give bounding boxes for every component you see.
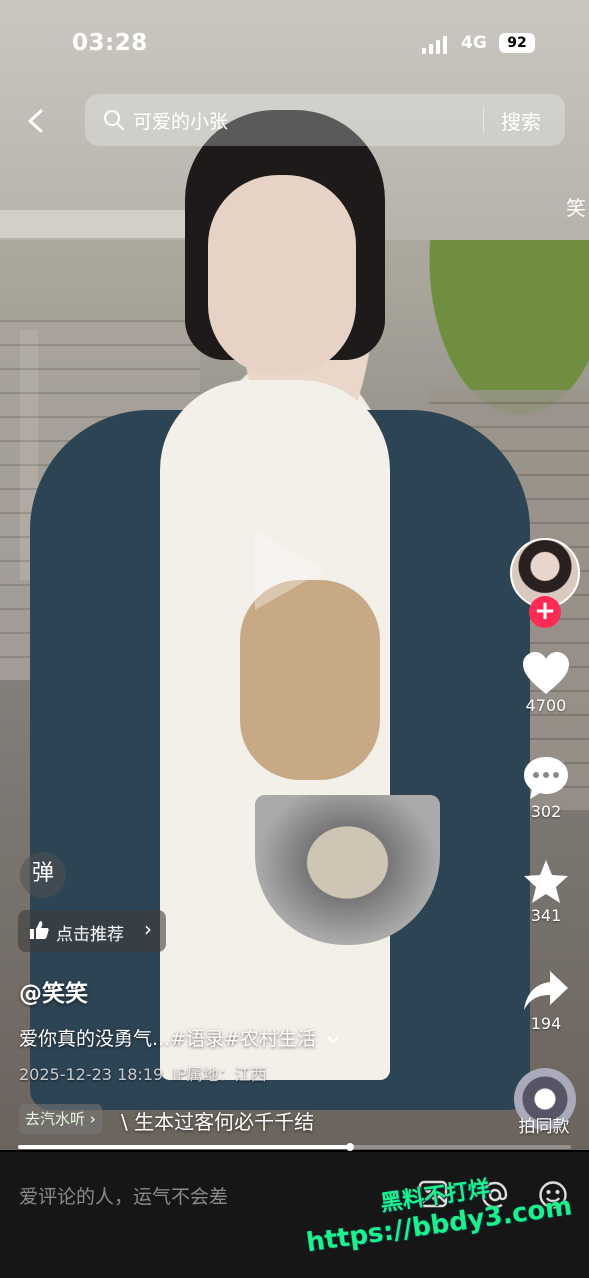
video-subject-face [208,175,356,375]
battery-indicator: 92 [499,33,535,53]
favorite-button[interactable]: 341 [506,858,586,925]
chevron-right-icon: › [89,1110,96,1128]
thumb-icon [30,921,49,939]
share-count: 194 [530,1014,562,1033]
share-icon [524,971,568,1010]
signal-icon [422,36,448,54]
post-date: 2025-12-23 18:19 [19,1065,164,1084]
video-frame[interactable] [0,0,589,1150]
comment-button[interactable]: 302 [506,754,586,821]
network-type: 4G [461,33,487,53]
follow-button[interactable]: + [529,596,561,628]
search-divider [483,108,484,132]
comment-icon [524,757,568,799]
post-ip-location: IP属地：江西 [172,1065,267,1084]
back-icon [28,109,43,133]
video-progress-fill [18,1145,350,1149]
favorite-count: 341 [530,906,562,925]
comment-count: 302 [530,802,562,821]
heart-icon [523,652,569,694]
same-style-label[interactable]: 拍同款 [506,1112,582,1137]
lyric-text: \ 生本过客何必千千结 [121,1110,315,1134]
post-meta: 2025-12-23 18:19 IP属地：江西 [19,1061,267,1085]
star-icon [524,860,568,903]
comment-input[interactable]: 爱评论的人，运气不会差 [19,1182,228,1209]
music-chip-label: 去汽水听 [25,1110,86,1128]
music-chip[interactable]: 去汽水听 › [19,1104,102,1134]
chevron-right-icon: › [144,917,152,941]
play-icon[interactable] [255,530,325,610]
share-button[interactable]: 194 [506,968,586,1033]
back-button[interactable] [22,106,52,136]
status-time: 03:28 [72,30,148,56]
like-button[interactable]: 4700 [506,650,586,715]
search-button[interactable]: 搜索 [501,106,541,135]
video-progress-bar[interactable] [18,1143,571,1151]
like-count: 4700 [525,696,567,715]
recommend-button[interactable]: 点击推荐 › [18,910,166,952]
search-bar[interactable]: 可爱的小张 搜索 [85,94,565,146]
post-caption[interactable]: 爱你真的没勇气...#语录#农村生活 [19,1024,340,1051]
author-name[interactable]: @笑笑 [19,974,88,1008]
edge-label: 笑 [566,196,586,220]
status-bar: 03:28 4G 92 [0,28,589,62]
video-subject-bear-print [240,580,380,780]
search-query[interactable]: 可爱的小张 [133,107,228,134]
video-progress-handle[interactable] [345,1143,354,1151]
chevron-down-icon[interactable] [326,1035,340,1045]
recommend-label: 点击推荐 [56,925,124,945]
danmu-button[interactable]: 弹 [20,852,66,898]
caption-text: 爱你真的没勇气...#语录#农村生活 [19,1028,316,1050]
search-icon [104,110,124,130]
